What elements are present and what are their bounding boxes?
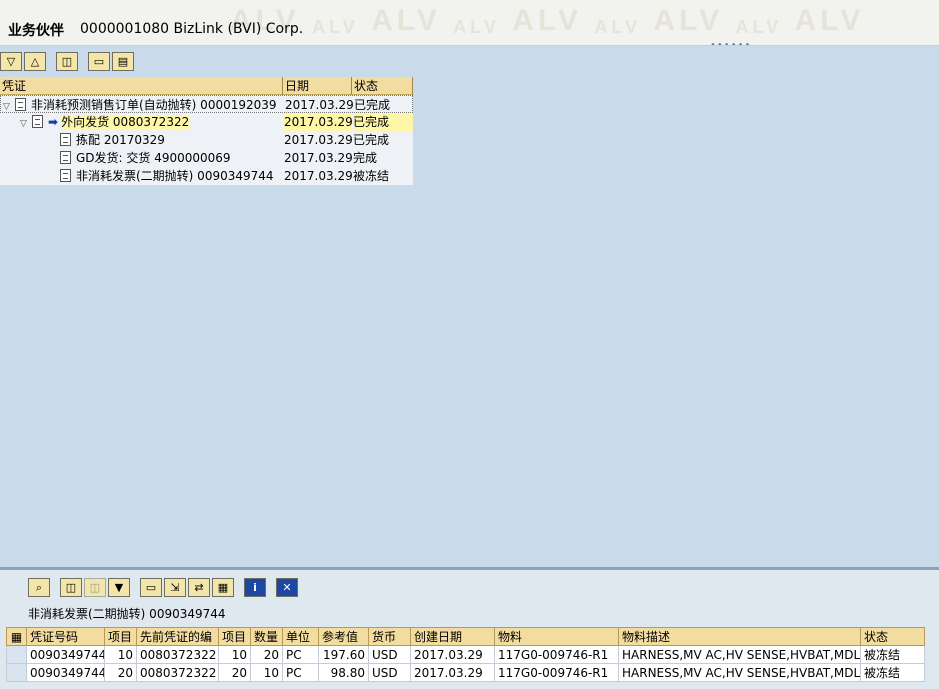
export-icon[interactable]: ⇲ — [164, 578, 186, 597]
layout-icon[interactable]: ▦ — [212, 578, 234, 597]
row-selector[interactable] — [6, 663, 27, 682]
column-header-item[interactable]: 项目 — [104, 627, 137, 646]
tree-row-status: 完成 — [353, 151, 378, 165]
document-detail-panel: ⌕ ◫ ◫ ▼ ▭ ⇲ ⇄ ▦ i ✕ 非消耗发票(二期抛转) 00903497… — [0, 567, 939, 689]
column-header-date[interactable]: 日期 — [283, 77, 352, 95]
cell-unit: PC — [282, 645, 319, 664]
column-header-doc-number[interactable]: 凭证号码 — [26, 627, 105, 646]
tree-row-label: 外向发货 0080372322 — [61, 115, 190, 129]
cell-item: 20 — [104, 663, 137, 682]
tree-row-status: 已完成 — [353, 133, 390, 147]
cell-quantity: 10 — [250, 663, 283, 682]
tree-row-label: 拣配 20170329 — [76, 133, 165, 147]
table-row[interactable]: 0090349744 10 0080372322 10 20 PC 197.60… — [6, 645, 925, 664]
column-header-unit[interactable]: 单位 — [282, 627, 319, 646]
current-document-arrow-icon: ➡ — [48, 115, 59, 129]
cell-preceding-item: 10 — [218, 645, 251, 664]
tree-row-label: GD发货: 交货 4900000069 — [76, 151, 231, 165]
print-icon[interactable]: ▭ — [140, 578, 162, 597]
collapse-all-icon[interactable]: △ — [24, 52, 46, 71]
cell-unit: PC — [282, 663, 319, 682]
cell-material: 117G0-009746-R1 — [494, 663, 619, 682]
column-header-status[interactable]: 状态 — [860, 627, 925, 646]
column-header-currency[interactable]: 货币 — [368, 627, 411, 646]
cell-preceding-doc: 0080372322 — [136, 663, 219, 682]
spreadsheet-icon[interactable]: ⇄ — [188, 578, 210, 597]
cell-quantity: 20 — [250, 645, 283, 664]
tree-row-status: 已完成 — [354, 98, 391, 112]
tree-row[interactable]: 非消耗发票(二期抛转) 0090349744 2017.03.29 被冻结 — [0, 167, 413, 185]
tree-row-status: 被冻结 — [353, 169, 390, 183]
detail-toolbar: ⌕ ◫ ◫ ▼ ▭ ⇲ ⇄ ▦ i ✕ — [28, 578, 298, 597]
cell-material: 117G0-009746-R1 — [494, 645, 619, 664]
tree-row[interactable]: ▽ 非消耗预测销售订单(自动抛转) 0000192039 2017.03.29 已… — [0, 95, 413, 113]
select-all-icon[interactable]: ▦ — [6, 627, 27, 646]
tree-row-status: 已完成 — [353, 113, 413, 131]
grid-header-row: ▦ 凭证号码 项目 先前凭证的编 项目 数量 单位 参考值 货币 创建日期 物料… — [6, 627, 925, 646]
row-selector[interactable] — [6, 645, 27, 664]
tree-row-date: 2017.03.29 — [284, 133, 352, 147]
cell-preceding-doc: 0080372322 — [136, 645, 219, 664]
document-icon — [60, 169, 71, 182]
column-header-preceding-item[interactable]: 项目 — [218, 627, 251, 646]
tree-row-label: 非消耗发票(二期抛转) 0090349744 — [76, 169, 274, 183]
tree-header: 凭证 日期 状态 — [0, 77, 413, 95]
alv-watermark: ALV ALV ALV ALV ALV ALV ALV ALV ALV — [230, 4, 865, 37]
cell-status: 被冻结 — [860, 645, 925, 664]
tree-toolbar: ▽ △ ◫ ▭ ▤ — [0, 52, 134, 71]
tree-row[interactable]: 拣配 20170329 2017.03.29 已完成 — [0, 131, 413, 149]
tree-row-date: 2017.03.29 — [285, 98, 353, 112]
cell-material-description: HARNESS,MV AC,HV SENSE,HVBAT,MDLS, — [618, 645, 861, 664]
tree-row[interactable]: GD发货: 交货 4900000069 2017.03.29 完成 — [0, 149, 413, 167]
cell-preceding-item: 20 — [218, 663, 251, 682]
cell-currency: USD — [368, 645, 411, 664]
resize-handle[interactable]: •••••• — [710, 40, 751, 45]
detail-title: 非消耗发票(二期抛转) 0090349744 — [28, 607, 226, 621]
document-flow-tree: 凭证 日期 状态 ▽ 非消耗预测销售订单(自动抛转) 0000192039 201… — [0, 77, 939, 567]
document-icon — [60, 151, 71, 164]
filter-icon[interactable]: ▼ — [108, 578, 130, 597]
partner-label: 业务伙伴 — [8, 23, 64, 39]
cell-currency: USD — [368, 663, 411, 682]
info-icon[interactable]: i — [244, 578, 266, 597]
cell-created-on: 2017.03.29 — [410, 645, 495, 664]
column-header-document[interactable]: 凭证 — [0, 77, 283, 95]
tree-row-date: 2017.03.29 — [284, 169, 352, 183]
tree-row-label: 非消耗预测销售订单(自动抛转) 0000192039 — [31, 98, 277, 112]
find-next-icon[interactable]: ◫ — [84, 578, 106, 597]
cell-item: 10 — [104, 645, 137, 664]
cell-doc-number: 0090349744 — [26, 645, 105, 664]
details-icon[interactable]: ⌕ — [28, 578, 50, 597]
title-bar: ALV ALV ALV ALV ALV ALV ALV ALV ALV 业务伙伴… — [0, 0, 939, 46]
item-grid: ▦ 凭证号码 项目 先前凭证的编 项目 数量 单位 参考值 货币 创建日期 物料… — [6, 627, 925, 682]
expand-all-icon[interactable]: ▽ — [0, 52, 22, 71]
column-header-reference-value[interactable]: 参考值 — [318, 627, 369, 646]
document-icon — [60, 133, 71, 146]
cell-created-on: 2017.03.29 — [410, 663, 495, 682]
column-header-preceding-doc[interactable]: 先前凭证的编 — [136, 627, 219, 646]
print-icon[interactable]: ▭ — [88, 52, 110, 71]
table-row[interactable]: 0090349744 20 0080372322 20 10 PC 98.80 … — [6, 663, 925, 682]
tree-row-date: 2017.03.29 — [284, 113, 352, 131]
document-icon — [32, 115, 43, 128]
column-header-quantity[interactable]: 数量 — [250, 627, 283, 646]
tree-row[interactable]: ▽ ➡ 外向发货 0080372322 2017.03.29 已完成 — [0, 113, 413, 131]
document-icon — [15, 98, 26, 111]
cell-reference-value: 98.80 — [318, 663, 369, 682]
find-icon[interactable]: ◫ — [56, 52, 78, 71]
close-icon[interactable]: ✕ — [276, 578, 298, 597]
cell-reference-value: 197.60 — [318, 645, 369, 664]
cell-status: 被冻结 — [860, 663, 925, 682]
cell-doc-number: 0090349744 — [26, 663, 105, 682]
print-preview-icon[interactable]: ▤ — [112, 52, 134, 71]
column-header-status[interactable]: 状态 — [352, 77, 413, 95]
column-header-material-description[interactable]: 物料描述 — [618, 627, 861, 646]
find-icon[interactable]: ◫ — [60, 578, 82, 597]
cell-material-description: HARNESS,MV AC,HV SENSE,HVBAT,MDLS, — [618, 663, 861, 682]
column-header-created-on[interactable]: 创建日期 — [410, 627, 495, 646]
column-header-material[interactable]: 物料 — [494, 627, 619, 646]
partner-value: 0000001080 BizLink (BVI) Corp. — [80, 21, 304, 37]
tree-row-date: 2017.03.29 — [284, 151, 352, 165]
